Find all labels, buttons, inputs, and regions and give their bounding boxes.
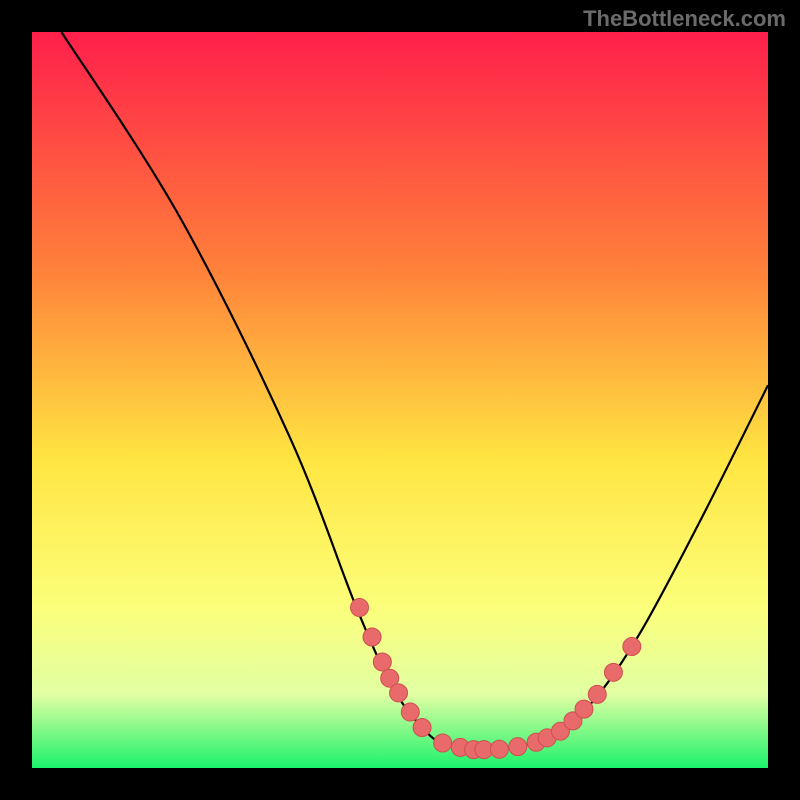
chart-frame: TheBottleneck.com: [0, 0, 800, 800]
data-marker: [373, 653, 391, 671]
data-marker: [490, 740, 508, 758]
data-marker: [588, 685, 606, 703]
data-marker: [575, 700, 593, 718]
watermark-text: TheBottleneck.com: [583, 6, 786, 32]
data-marker: [623, 638, 641, 656]
data-marker: [351, 599, 369, 617]
data-marker: [509, 738, 527, 756]
data-marker: [413, 719, 431, 737]
data-marker: [390, 684, 408, 702]
plot-svg: [32, 32, 768, 768]
data-marker: [363, 628, 381, 646]
data-marker: [401, 703, 419, 721]
data-marker: [604, 663, 622, 681]
gradient-bg: [32, 32, 768, 768]
data-marker: [434, 734, 452, 752]
plot-area: [32, 32, 768, 768]
